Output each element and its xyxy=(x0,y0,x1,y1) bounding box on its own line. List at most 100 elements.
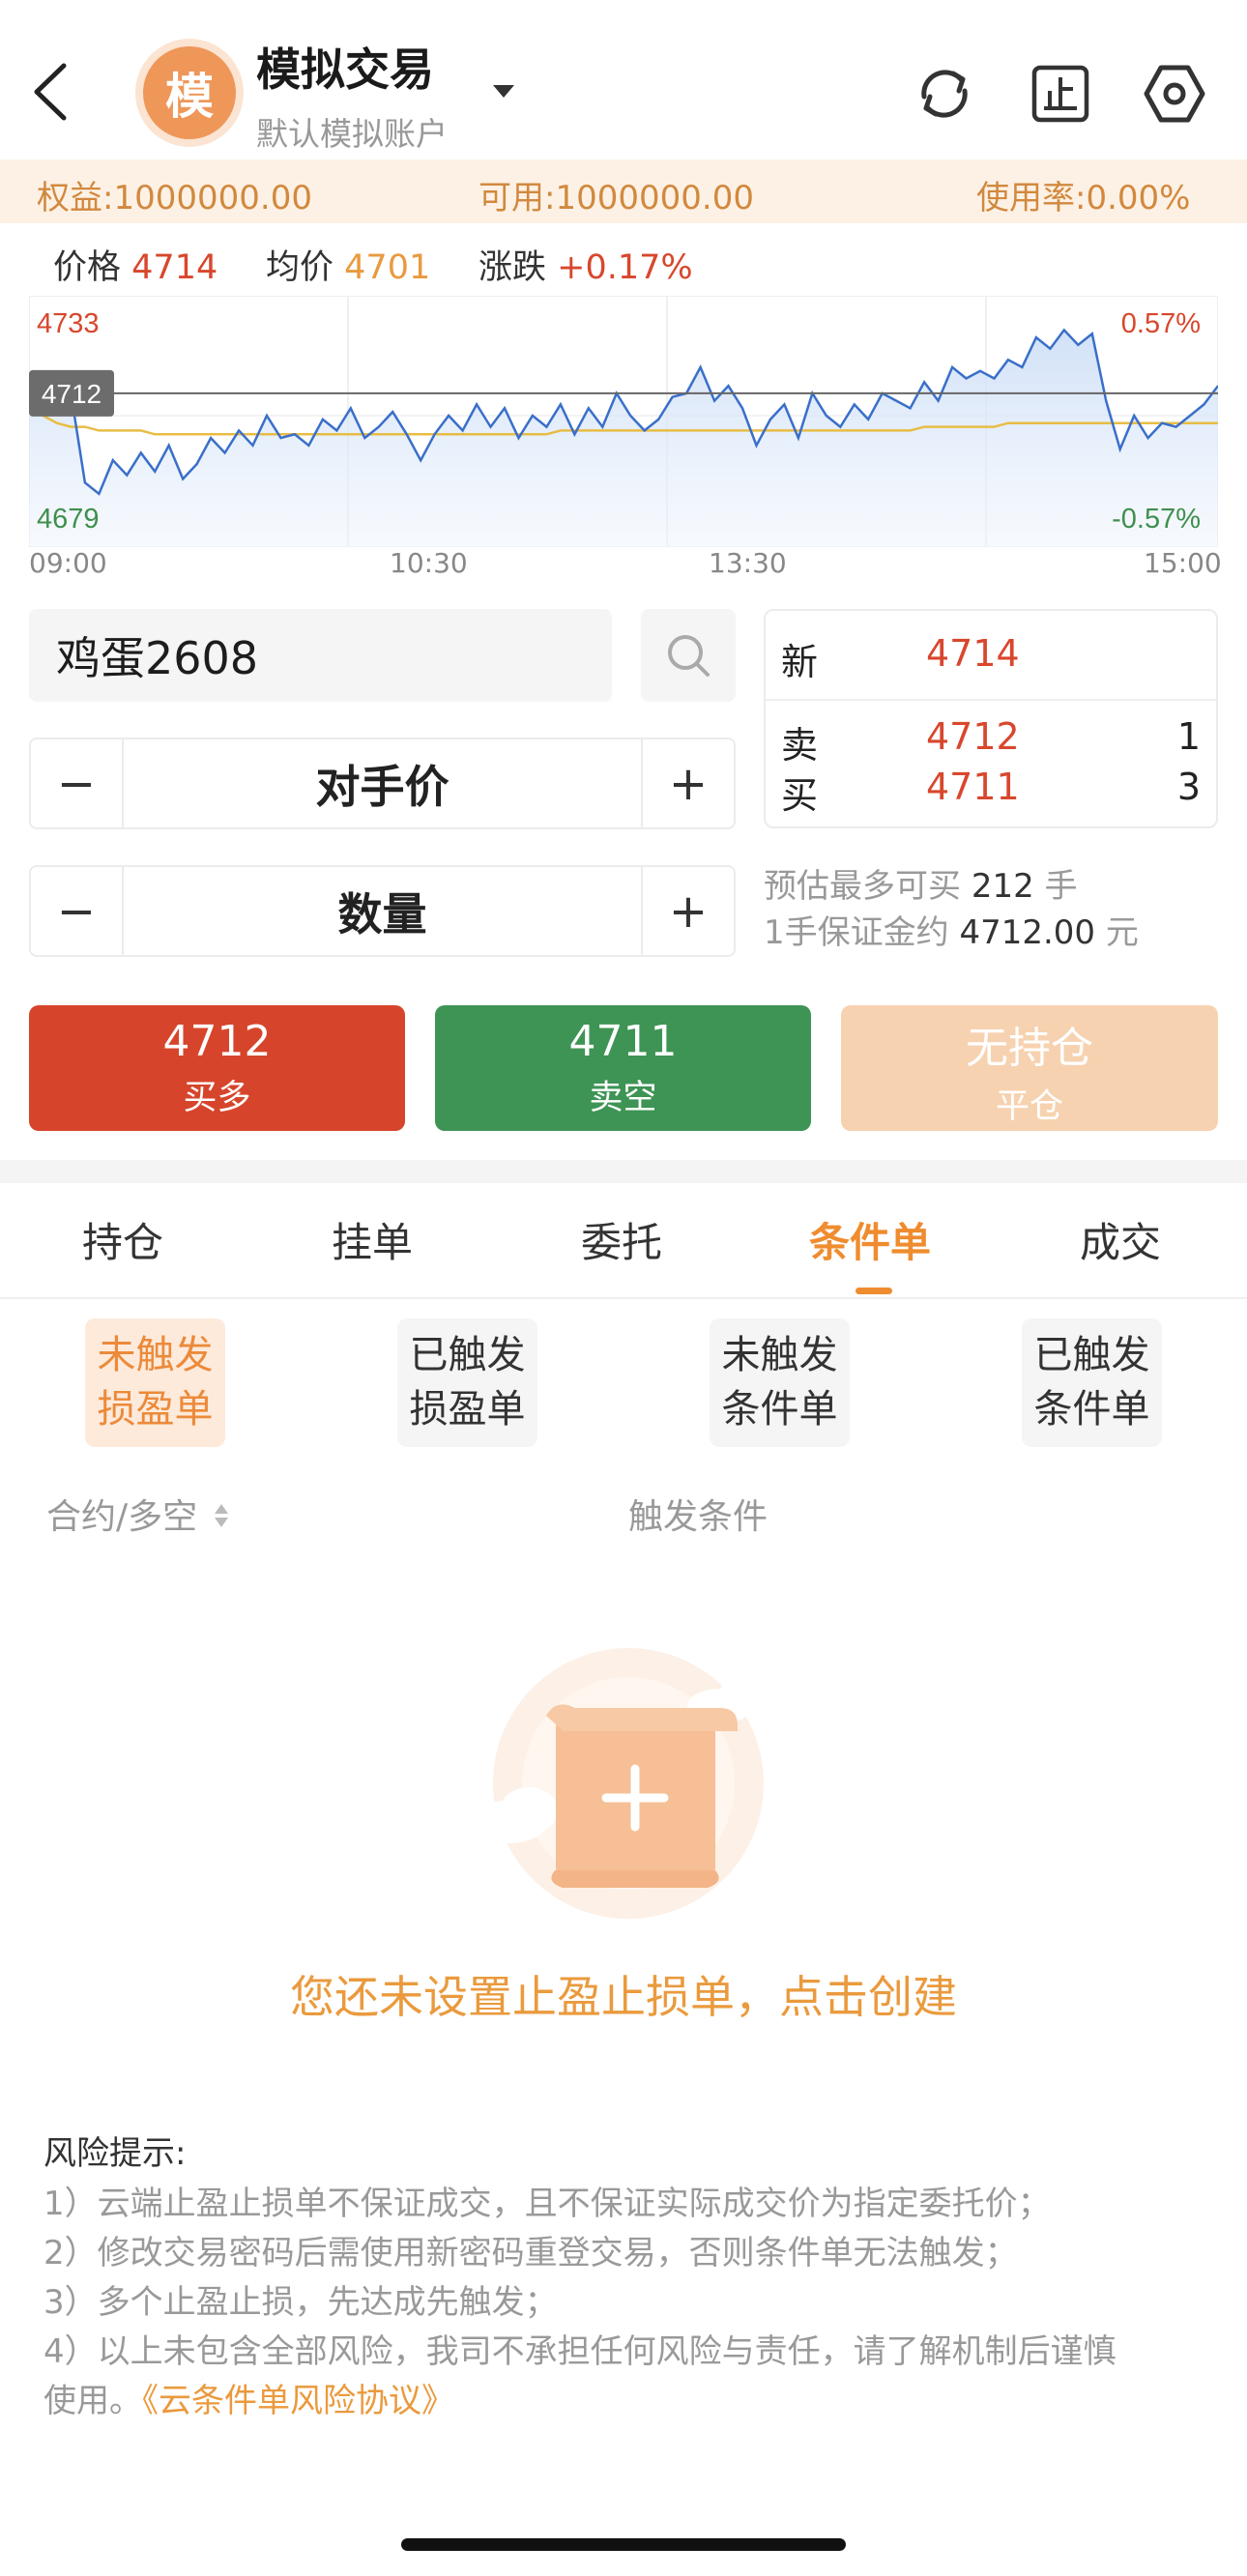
current-price-label: 4712 xyxy=(42,379,102,409)
risk-line: 3）多个止盈止损，先达成先触发； xyxy=(44,2283,558,2322)
price-type-label[interactable]: 对手价 xyxy=(124,739,641,827)
last-price-row: 新 4714 xyxy=(781,632,1201,683)
column-contract-label: 合约/多空 xyxy=(46,1497,198,1537)
equity-value: 1000000.00 xyxy=(113,179,312,217)
sell-short-button[interactable]: 4711 卖空 xyxy=(435,1005,811,1131)
avatar-char: 模 xyxy=(143,46,236,139)
max-buy-suffix: 手 xyxy=(1044,867,1078,906)
y-low-label: 4679 xyxy=(37,504,100,535)
account-name[interactable]: 默认模拟账户 xyxy=(256,108,448,155)
subtab-line: 未触发 xyxy=(97,1333,214,1377)
price-type-stepper: − 对手价 + xyxy=(29,738,736,829)
close-position-button[interactable]: 无持仓 平仓 xyxy=(841,1005,1218,1131)
last-label: 新 xyxy=(781,641,819,683)
chart-time-axis: 09:00 10:30 13:30 15:00 xyxy=(0,547,1247,592)
subtab-line: 已触发 xyxy=(1033,1333,1150,1377)
order-tabs: 持仓 挂单 委托 条件单 成交 xyxy=(0,1183,1247,1299)
stop-order-icon[interactable] xyxy=(1027,60,1094,128)
avg-label: 均价 xyxy=(266,248,334,287)
risk-line: 1）云端止盈止损单不保证成交，且不保证实际成交价为指定委托价； xyxy=(44,2185,1051,2223)
search-button[interactable] xyxy=(641,609,736,702)
settings-icon[interactable] xyxy=(1141,60,1208,128)
equity: 权益:1000000.00 xyxy=(37,171,312,218)
price: 价格 4714 xyxy=(53,240,218,289)
intraday-chart[interactable]: 4712 4733 4679 0.57% -0.57% xyxy=(28,295,1219,548)
margin-suffix: 元 xyxy=(1105,913,1139,952)
qty-minus-button[interactable]: − xyxy=(31,867,124,955)
bid-label: 买 xyxy=(781,774,819,817)
sell-label: 卖空 xyxy=(589,1079,657,1117)
risk-line-last: 使用。《云条件单风险协议》 xyxy=(44,2374,454,2421)
page-title: 模拟交易 xyxy=(256,43,434,96)
time-tick: 10:30 xyxy=(390,547,468,579)
pct-low-label: -0.57% xyxy=(1112,504,1201,535)
create-stop-order-link[interactable]: 您还未设置止盈止损单，点击创建 xyxy=(0,1962,1247,2026)
price-plus-button[interactable]: + xyxy=(641,739,734,827)
home-indicator xyxy=(401,2538,846,2551)
usage: 使用率:0.00% xyxy=(976,171,1190,218)
margin-estimate: 预估最多可买 212 手 1手保证金约 4712.00 元 xyxy=(764,863,1139,956)
empty-scroll-illustration[interactable] xyxy=(467,1638,778,1928)
subtab-triggered-stop[interactable]: 已触发 损盈单 xyxy=(397,1318,537,1447)
price-value: 4714 xyxy=(131,248,218,287)
quote-panel: 新 4714 卖 4712 1 买 4711 3 xyxy=(764,609,1218,828)
search-icon xyxy=(668,635,710,677)
subtab-line: 条件单 xyxy=(721,1387,838,1432)
max-buy-line: 预估最多可买 212 手 xyxy=(764,863,1139,910)
margin-num: 4712.00 xyxy=(959,913,1096,952)
close-status: 无持仓 xyxy=(966,1024,1093,1073)
avg-price: 均价 4701 xyxy=(266,240,430,289)
price-summary-row: 价格 4714 均价 4701 涨跌 +0.17% xyxy=(0,232,1247,290)
refresh-icon[interactable] xyxy=(911,60,978,128)
tab-conditional[interactable]: 条件单 xyxy=(809,1210,931,1269)
subtab-untriggered-stop[interactable]: 未触发 损盈单 xyxy=(85,1318,225,1447)
quantity-stepper: − 数量 + xyxy=(29,865,736,957)
chevron-down-icon[interactable] xyxy=(493,85,514,98)
usage-value: 0.00% xyxy=(1086,179,1191,217)
time-tick: 13:30 xyxy=(709,547,787,579)
tab-orders[interactable]: 委托 xyxy=(581,1210,662,1269)
margin-prefix: 1手保证金约 xyxy=(764,913,949,952)
avatar: 模 xyxy=(135,39,244,147)
price-minus-button[interactable]: − xyxy=(31,739,124,827)
available-label: 可用: xyxy=(478,179,556,217)
subtab-triggered-cond[interactable]: 已触发 条件单 xyxy=(1022,1318,1162,1447)
avg-value: 4701 xyxy=(344,248,431,287)
subtab-untriggered-cond[interactable]: 未触发 条件单 xyxy=(710,1318,850,1447)
time-tick: 09:00 xyxy=(29,547,107,579)
contract-selector[interactable]: 鸡蛋2608 xyxy=(29,609,612,702)
bid-qty: 3 xyxy=(1176,766,1201,808)
ask-row[interactable]: 卖 4712 1 xyxy=(781,715,1201,767)
y-high-label: 4733 xyxy=(37,308,100,339)
back-icon[interactable] xyxy=(27,58,75,126)
column-trigger: 触发条件 xyxy=(628,1497,768,1537)
margin-line: 1手保证金约 4712.00 元 xyxy=(764,910,1139,956)
quantity-input[interactable]: 数量 xyxy=(124,867,641,955)
qty-plus-button[interactable]: + xyxy=(641,867,734,955)
top-nav-bar: 模 模拟交易 默认模拟账户 xyxy=(0,0,1247,159)
risk-agreement-link[interactable]: 《云条件单风险协议》 xyxy=(142,2382,454,2420)
active-tab-indicator xyxy=(856,1288,892,1294)
ask-qty: 1 xyxy=(1176,715,1201,758)
risk-line: 2）修改交易密码后需使用新密码重登交易，否则条件单无法触发； xyxy=(44,2234,1018,2272)
sell-price: 4711 xyxy=(568,1017,678,1066)
subtab-line: 损盈单 xyxy=(97,1387,214,1432)
risk-line: 4）以上未包含全部风险，我司不承担任何风险与责任，请了解机制后谨慎 xyxy=(44,2332,1116,2371)
subtab-line: 条件单 xyxy=(1033,1387,1150,1432)
subtab-line: 已触发 xyxy=(409,1333,526,1377)
divider xyxy=(766,699,1216,701)
available-value: 1000000.00 xyxy=(555,179,754,217)
tab-pending[interactable]: 挂单 xyxy=(332,1210,413,1269)
column-contract[interactable]: 合约/多空 xyxy=(46,1489,230,1539)
max-buy-num: 212 xyxy=(971,867,1034,906)
time-tick: 15:00 xyxy=(1144,547,1222,579)
last-price: 4714 xyxy=(926,632,1020,675)
tab-trades[interactable]: 成交 xyxy=(1080,1210,1161,1269)
chart-svg: 4712 4733 4679 0.57% -0.57% xyxy=(28,295,1219,548)
available: 可用:1000000.00 xyxy=(478,171,754,218)
tab-positions[interactable]: 持仓 xyxy=(82,1210,163,1269)
sort-icon xyxy=(213,1499,230,1539)
buy-long-button[interactable]: 4712 买多 xyxy=(29,1005,405,1131)
risk-line-prefix: 使用。 xyxy=(44,2382,142,2420)
bid-row[interactable]: 买 4711 3 xyxy=(781,766,1201,817)
